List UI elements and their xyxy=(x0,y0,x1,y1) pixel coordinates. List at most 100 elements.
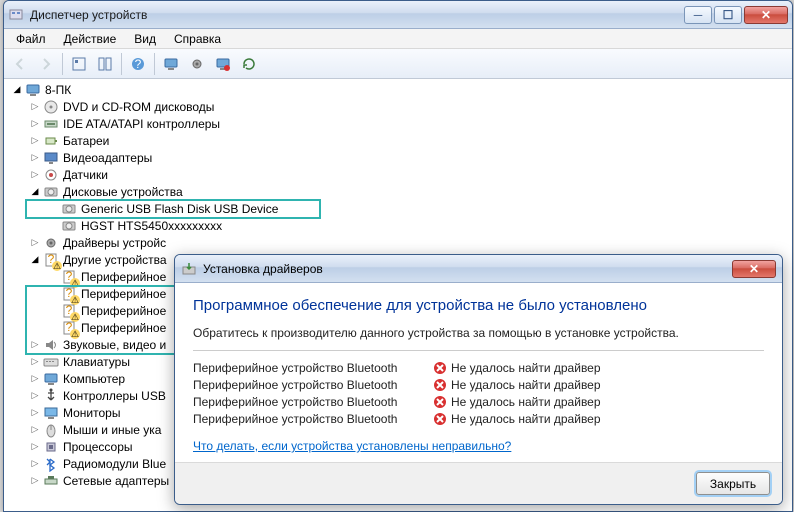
expand-icon[interactable]: ◢ xyxy=(29,186,41,198)
sensor-icon xyxy=(43,167,59,183)
close-button[interactable]: ✕ xyxy=(744,6,788,24)
unknown-icon xyxy=(61,303,77,319)
device-name: Периферийное устройство Bluetooth xyxy=(193,378,433,392)
forward-button xyxy=(34,52,58,76)
minimize-button[interactable]: ─ xyxy=(684,6,712,24)
refresh-button[interactable] xyxy=(237,52,261,76)
menubar: Файл Действие Вид Справка xyxy=(4,29,792,49)
hdd-icon xyxy=(61,218,77,234)
device-status: Не удалось найти драйвер xyxy=(451,395,601,409)
tree-item[interactable]: ▷Батареи xyxy=(7,132,789,149)
menu-action[interactable]: Действие xyxy=(56,30,125,48)
error-icon xyxy=(433,361,447,375)
tree-item-label: Мыши и иные ука xyxy=(63,423,161,437)
titlebar[interactable]: Диспетчер устройств ─ ☐ ✕ xyxy=(4,1,792,29)
network-icon xyxy=(43,473,59,489)
window-title: Диспетчер устройств xyxy=(30,8,684,22)
tree-item-label: Периферийное xyxy=(81,321,166,335)
tree-item-label: Компьютер xyxy=(63,372,125,386)
menu-view[interactable]: Вид xyxy=(126,30,164,48)
tree-item-label: Контроллеры USB xyxy=(63,389,166,403)
tree-item-label: Периферийное xyxy=(81,287,166,301)
collapse-icon[interactable]: ▷ xyxy=(29,118,41,130)
expand-icon[interactable]: ◢ xyxy=(29,254,41,266)
collapse-icon[interactable]: ▷ xyxy=(29,407,41,419)
tree-item-label: Драйверы устройс xyxy=(63,236,166,250)
collapse-icon[interactable]: ▷ xyxy=(29,237,41,249)
collapse-icon[interactable]: ▷ xyxy=(29,458,41,470)
device-status-row: Периферийное устройство BluetoothНе удал… xyxy=(193,376,764,393)
toolbar: ? xyxy=(4,49,792,79)
back-button xyxy=(8,52,32,76)
expand-icon[interactable]: ◢ xyxy=(11,84,23,96)
unknown-icon xyxy=(61,320,77,336)
collapse-icon[interactable]: ▷ xyxy=(29,373,41,385)
tree-item[interactable]: ▷ Датчики xyxy=(7,166,789,183)
dialog-titlebar[interactable]: Установка драйверов ✕ xyxy=(175,255,782,283)
dialog-subtitle: Обратитесь к производителю данного устро… xyxy=(193,326,764,340)
uninstall-button[interactable] xyxy=(211,52,235,76)
tree-item[interactable]: ◢ Дисковые устройства xyxy=(7,183,789,200)
tree-item[interactable]: ▷ DVD и CD-ROM дисководы xyxy=(7,98,789,115)
tree-item-label: Процессоры xyxy=(63,440,133,454)
svg-text:?: ? xyxy=(135,57,142,71)
device-name: Периферийное устройство Bluetooth xyxy=(193,395,433,409)
dialog-close-x[interactable]: ✕ xyxy=(732,260,776,278)
display-icon xyxy=(43,150,59,166)
collapse-icon[interactable]: ▷ xyxy=(29,441,41,453)
hdd-icon xyxy=(43,184,59,200)
tree-item[interactable]: Generic USB Flash Disk USB Device xyxy=(7,200,789,217)
unknown-icon xyxy=(43,252,59,268)
collapse-icon[interactable]: ▷ xyxy=(29,169,41,181)
collapse-icon[interactable]: ▷ xyxy=(29,101,41,113)
collapse-icon[interactable]: ▷ xyxy=(29,356,41,368)
device-status: Не удалось найти драйвер xyxy=(451,412,601,426)
sound-icon xyxy=(43,337,59,353)
collapse-icon[interactable]: ▷ xyxy=(29,390,41,402)
tree-item-label: Другие устройства xyxy=(63,253,167,267)
tree-item-label: Мониторы xyxy=(63,406,120,420)
dialog-close-button[interactable]: Закрыть xyxy=(696,472,770,495)
dialog-help-link[interactable]: Что делать, если устройства установлены … xyxy=(193,439,511,453)
dialog-title: Установка драйверов xyxy=(203,262,323,276)
tree-item-label: HGST HTS5450xxxxxxxxx xyxy=(81,219,222,233)
error-icon xyxy=(433,378,447,392)
menu-help[interactable]: Справка xyxy=(166,30,229,48)
tree-item-label: Периферийное xyxy=(81,270,166,284)
device-status-row: Периферийное устройство Bluetooth Не удал… xyxy=(193,410,764,427)
collapse-icon[interactable]: ▷ xyxy=(29,475,41,487)
tree-item[interactable]: ▷ Драйверы устройс xyxy=(7,234,789,251)
tree-item-label: Сетевые адаптеры xyxy=(63,474,169,488)
tree-item-label: Датчики xyxy=(63,168,108,182)
help-button[interactable]: ? xyxy=(126,52,150,76)
collapse-icon[interactable]: ▷ xyxy=(29,152,41,164)
computer-icon xyxy=(25,82,41,98)
tree-item[interactable]: ▷ Видеоадаптеры xyxy=(7,149,789,166)
hdd-icon xyxy=(61,201,77,217)
device-name: Периферийное устройство Bluetooth xyxy=(193,361,433,375)
tree-item-label: Клавиатуры xyxy=(63,355,130,369)
menu-file[interactable]: Файл xyxy=(8,30,54,48)
tree-item-label: Дисковые устройства xyxy=(63,185,183,199)
collapse-icon[interactable]: ▷ xyxy=(29,424,41,436)
driver-install-dialog: Установка драйверов ✕ Программное обеспе… xyxy=(174,254,783,505)
maximize-button[interactable]: ☐ xyxy=(714,6,742,24)
device-name: Периферийное устройство Bluetooth xyxy=(193,412,433,426)
error-icon xyxy=(433,395,447,409)
dialog-device-list: Периферийное устройство Bluetooth Не удал… xyxy=(193,350,764,427)
properties-button[interactable] xyxy=(67,52,91,76)
scan-button[interactable] xyxy=(159,52,183,76)
tree-item-label: DVD и CD-ROM дисководы xyxy=(63,100,214,114)
update-button[interactable] xyxy=(185,52,209,76)
tree-item[interactable]: HGST HTS5450xxxxxxxxx xyxy=(7,217,789,234)
tree-item-label: Звуковые, видео и xyxy=(63,338,166,352)
app-icon xyxy=(8,7,24,23)
install-icon xyxy=(181,261,197,277)
collapse-icon[interactable]: ▷ xyxy=(29,135,41,147)
disc-icon xyxy=(43,99,59,115)
tree-item-label: Видеоадаптеры xyxy=(63,151,152,165)
tree-item[interactable]: ▷IDE ATA/ATAPI контроллеры xyxy=(7,115,789,132)
split-button[interactable] xyxy=(93,52,117,76)
tree-item[interactable]: ◢8-ПК xyxy=(7,81,789,98)
collapse-icon[interactable]: ▷ xyxy=(29,339,41,351)
